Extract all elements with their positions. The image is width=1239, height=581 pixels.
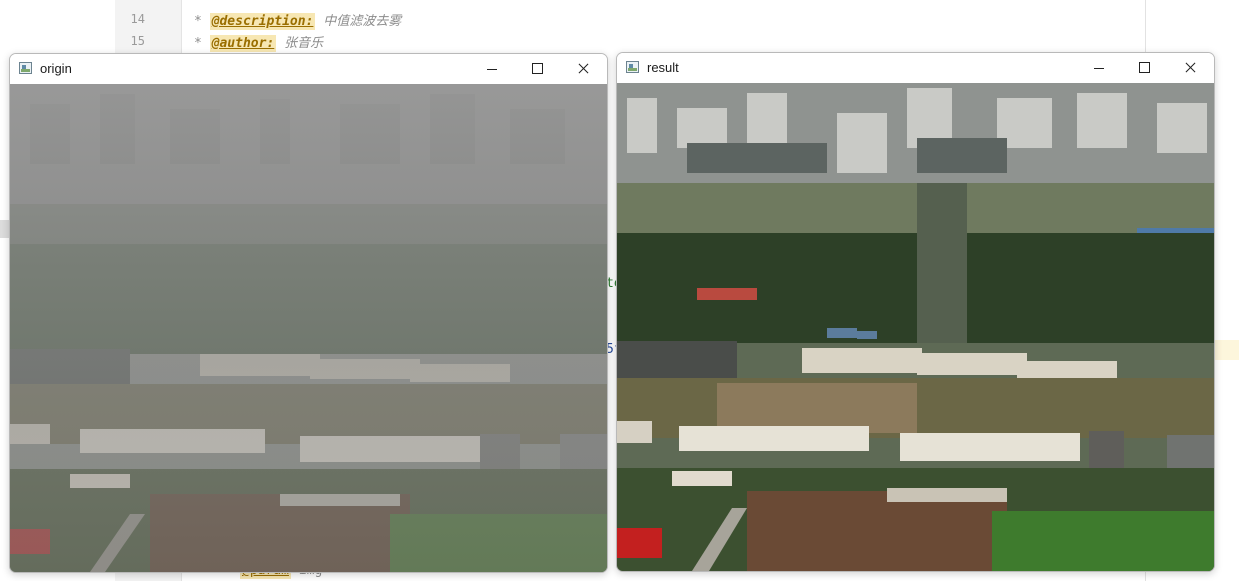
close-button[interactable]: [560, 54, 606, 84]
origin-window-title: origin: [40, 61, 72, 76]
app-icon: [626, 61, 639, 73]
app-icon: [19, 62, 32, 74]
origin-image: [10, 84, 607, 572]
origin-haze-overlay: [10, 84, 607, 572]
line-number-15: 15: [130, 34, 145, 48]
minimize-button[interactable]: [1076, 53, 1122, 83]
result-titlebar[interactable]: result: [617, 53, 1214, 83]
description-tag: @description:: [209, 13, 316, 30]
author-tag: @author:: [209, 35, 277, 52]
close-button[interactable]: [1167, 53, 1213, 83]
result-photo: [617, 83, 1214, 571]
minimize-button[interactable]: [469, 54, 515, 84]
author-text: 张音乐: [284, 36, 324, 51]
maximize-button[interactable]: [1121, 53, 1167, 83]
code-line-author[interactable]: * @author: 张音乐: [194, 32, 324, 52]
origin-window[interactable]: origin: [9, 53, 608, 573]
result-window[interactable]: result: [616, 52, 1215, 572]
code-line-description[interactable]: * @description: 中值滤波去雾: [194, 10, 402, 30]
line-number-14: 14: [130, 12, 145, 26]
editor-highlight-marker: [1213, 340, 1239, 360]
description-text: 中值滤波去雾: [323, 14, 402, 29]
origin-titlebar[interactable]: origin: [10, 54, 607, 84]
maximize-button[interactable]: [514, 54, 560, 84]
result-window-title: result: [647, 60, 679, 75]
result-image: [617, 83, 1214, 571]
